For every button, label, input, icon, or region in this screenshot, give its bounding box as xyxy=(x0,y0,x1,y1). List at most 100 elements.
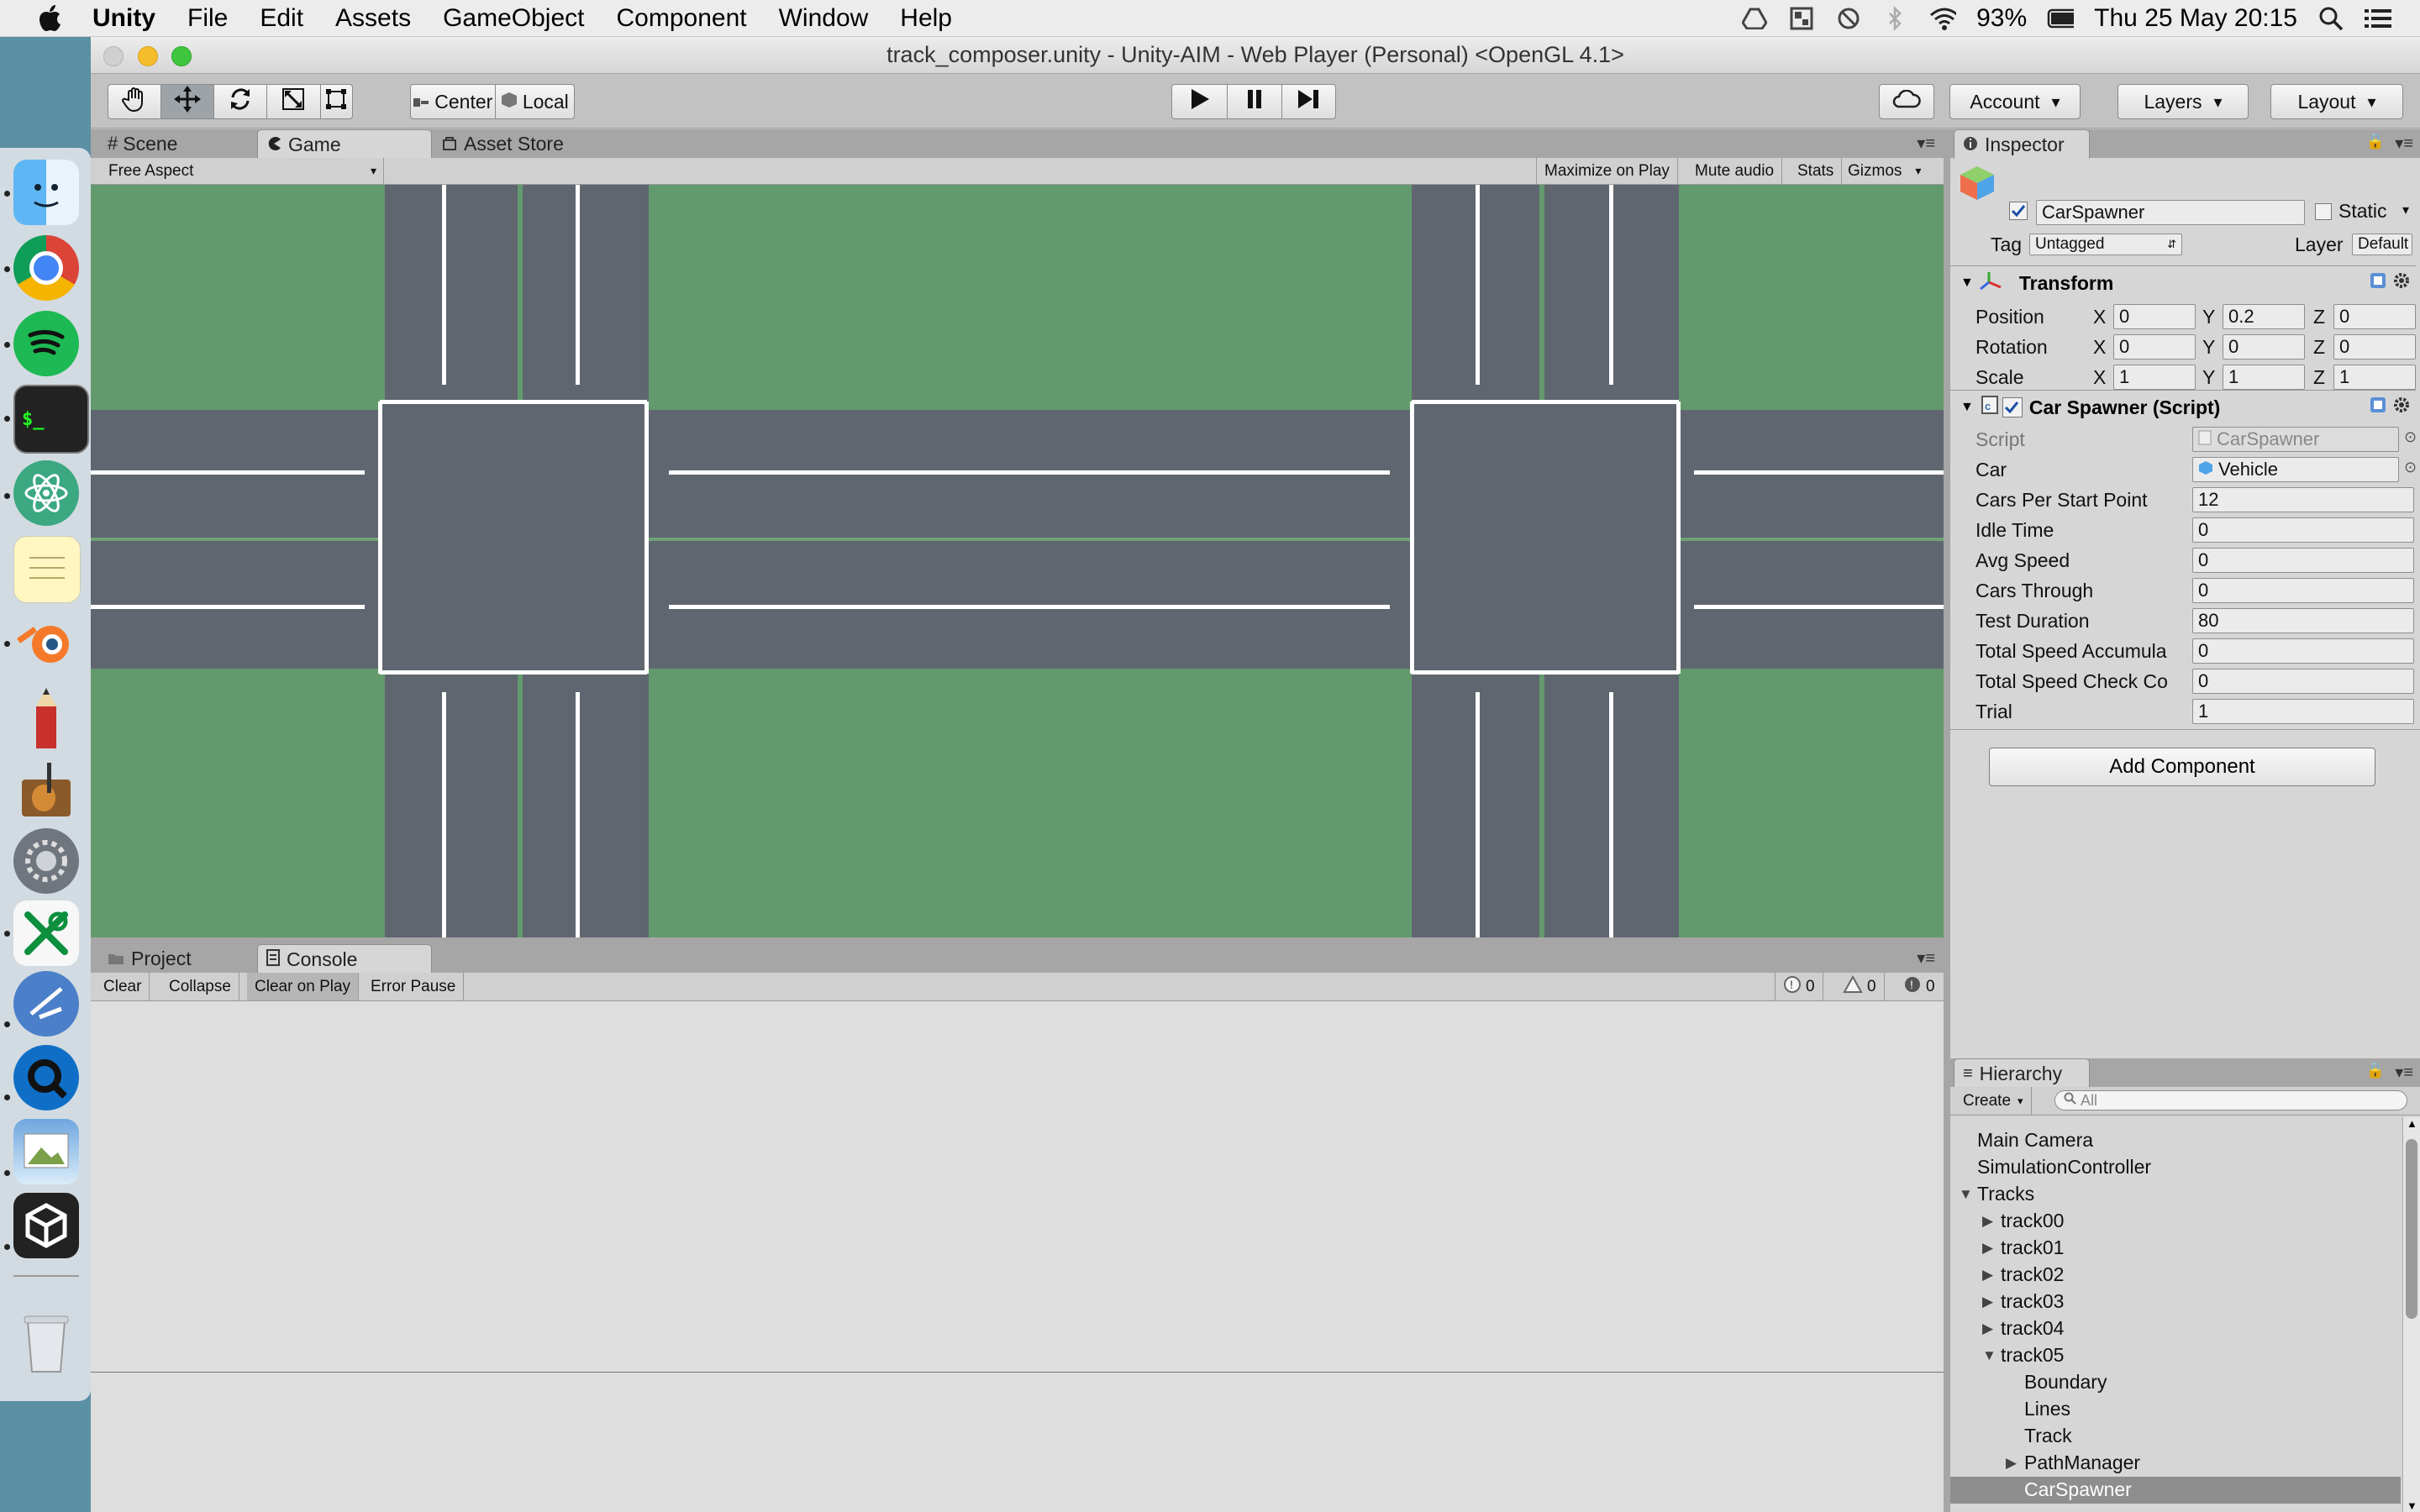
script-value-field[interactable]: 0 xyxy=(2192,638,2414,664)
script-component-header[interactable]: ▼ c Car Spawner (Script) xyxy=(1950,390,2416,424)
menu-edit[interactable]: Edit xyxy=(260,4,303,33)
error-filter-toggle[interactable]: ! 0 xyxy=(1896,973,1943,1000)
bluetooth-icon[interactable] xyxy=(1882,6,1909,31)
foldout-closed-icon[interactable]: ▶ xyxy=(1982,1320,1993,1337)
foldout-closed-icon[interactable]: ▶ xyxy=(1982,1267,1993,1284)
layers-dropdown[interactable]: Layers xyxy=(2118,84,2249,119)
menu-window[interactable]: Window xyxy=(779,4,869,33)
script-value-field[interactable]: 1 xyxy=(2192,699,2414,724)
hierarchy-item[interactable]: SimulationController xyxy=(1950,1154,2401,1181)
script-value-field[interactable]: 0 xyxy=(2192,669,2414,694)
lock-icon[interactable]: 🔒 xyxy=(2366,133,2385,150)
static-dropdown-icon[interactable]: ▾ xyxy=(2402,202,2409,218)
chrome-icon[interactable] xyxy=(13,235,79,301)
script-value-field[interactable]: 0 xyxy=(2192,548,2414,573)
help-book-icon[interactable] xyxy=(2369,271,2387,295)
mute-audio-toggle[interactable]: Mute audio xyxy=(1687,158,1783,184)
hierarchy-item[interactable]: Track xyxy=(1950,1423,2401,1450)
maximize-on-play-toggle[interactable]: Maximize on Play xyxy=(1536,158,1678,184)
menu-app-unity[interactable]: Unity xyxy=(92,4,155,33)
close-button[interactable] xyxy=(103,46,124,66)
script-value-field[interactable]: 0 xyxy=(2192,578,2414,603)
wifi-icon[interactable] xyxy=(1929,6,1957,31)
tab-console[interactable]: Console xyxy=(257,944,432,974)
game-view-canvas[interactable] xyxy=(91,185,1944,937)
preview-icon[interactable] xyxy=(13,1119,79,1184)
transform-x-field[interactable]: 1 xyxy=(2113,365,2196,390)
panel-menu-icon[interactable]: ▾≡ xyxy=(2395,133,2413,154)
add-component-button[interactable]: Add Component xyxy=(1989,748,2375,786)
info-filter-toggle[interactable]: ! 0 xyxy=(1775,973,1823,1000)
script-value-field[interactable]: 80 xyxy=(2192,608,2414,633)
object-name-field[interactable]: CarSpawner xyxy=(2036,200,2305,225)
hierarchy-item[interactable]: CarSpawner xyxy=(1950,1477,2401,1504)
hierarchy-item[interactable]: ▼ Tracks xyxy=(1950,1181,2401,1208)
hierarchy-item[interactable]: ▶ track04 xyxy=(1950,1315,2401,1342)
gear-icon[interactable] xyxy=(2392,396,2411,419)
panel-menu-icon[interactable]: ▾≡ xyxy=(1917,133,1935,154)
hierarchy-search-input[interactable]: All xyxy=(2054,1090,2407,1110)
garageband-icon[interactable] xyxy=(13,758,79,823)
console-detail-area[interactable] xyxy=(91,1373,1944,1512)
hierarchy-item[interactable]: ▶ track02 xyxy=(1950,1262,2401,1289)
aspect-dropdown[interactable]: Free Aspect ▾ xyxy=(91,158,384,184)
battery-icon[interactable] xyxy=(2047,6,2075,31)
remote-desktop-icon[interactable] xyxy=(13,971,79,1037)
hierarchy-create-dropdown[interactable]: Create ▾ xyxy=(1955,1087,2032,1115)
transform-header[interactable]: ▼ Transform xyxy=(1950,265,2416,300)
scale-tool-button[interactable] xyxy=(267,85,321,118)
do-not-disturb-icon[interactable] xyxy=(1835,6,1862,31)
error-pause-toggle[interactable]: Error Pause xyxy=(363,973,465,1000)
xmind-icon[interactable] xyxy=(13,900,79,966)
rect-tool-button[interactable] xyxy=(321,85,352,118)
transform-y-field[interactable]: 0.2 xyxy=(2223,304,2305,329)
menubar-clock[interactable]: Thu 25 May 20:15 xyxy=(2094,4,2297,33)
tab-project[interactable]: Project xyxy=(99,944,267,973)
atom-editor-icon[interactable] xyxy=(13,460,79,526)
step-button[interactable] xyxy=(1282,85,1335,118)
menu-file[interactable]: File xyxy=(187,4,228,33)
hand-tool-button[interactable] xyxy=(108,85,162,118)
unity-icon[interactable] xyxy=(13,1193,79,1258)
console-log-area[interactable] xyxy=(91,1001,1944,1373)
google-drive-icon[interactable] xyxy=(1741,6,1768,31)
transform-z-field[interactable]: 1 xyxy=(2333,365,2416,390)
zoom-button[interactable] xyxy=(171,46,192,66)
tag-dropdown[interactable]: Untagged ⇵ xyxy=(2029,234,2182,255)
play-button[interactable] xyxy=(1172,85,1228,118)
minimize-button[interactable] xyxy=(138,46,158,66)
hierarchy-scrollbar[interactable]: ▲ ▼ xyxy=(2402,1117,2420,1512)
tab-scene[interactable]: # Scene xyxy=(99,129,267,158)
foldout-closed-icon[interactable]: ▶ xyxy=(1982,1294,1993,1310)
lock-icon[interactable]: 🔒 xyxy=(2366,1062,2385,1079)
object-picker-icon[interactable]: ⊙ xyxy=(2404,428,2417,446)
apple-menu-icon[interactable] xyxy=(32,1,67,36)
transform-z-field[interactable]: 0 xyxy=(2333,304,2416,329)
move-tool-button[interactable] xyxy=(161,85,215,118)
layout-dropdown[interactable]: Layout xyxy=(2270,84,2403,119)
stats-toggle[interactable]: Stats xyxy=(1790,158,1843,184)
object-picker-icon[interactable]: ⊙ xyxy=(2404,459,2417,476)
hierarchy-item[interactable]: Main Camera xyxy=(1950,1127,2401,1154)
panel-menu-icon[interactable]: ▾≡ xyxy=(2395,1062,2413,1083)
rotate-tool-button[interactable] xyxy=(214,85,268,118)
pivot-center-button[interactable]: Center xyxy=(411,85,496,118)
menu-gameobject[interactable]: GameObject xyxy=(443,4,584,33)
gear-icon[interactable] xyxy=(2392,271,2411,295)
panel-menu-icon[interactable]: ▾≡ xyxy=(1917,948,1935,969)
terminal-icon[interactable]: $_ xyxy=(13,385,89,454)
console-collapse-toggle[interactable]: Collapse xyxy=(161,973,239,1000)
transform-x-field[interactable]: 0 xyxy=(2113,334,2196,360)
warning-filter-toggle[interactable]: 0 xyxy=(1835,973,1885,1000)
pause-button[interactable] xyxy=(1228,85,1282,118)
static-checkbox[interactable] xyxy=(2315,203,2332,220)
system-preferences-icon[interactable] xyxy=(13,828,79,894)
tab-hierarchy[interactable]: ≡ Hierarchy xyxy=(1954,1058,2090,1088)
script-value-field[interactable]: 12 xyxy=(2192,487,2414,512)
hierarchy-item[interactable]: ▼ track05 xyxy=(1950,1342,2401,1369)
spotlight-search-icon[interactable] xyxy=(2317,6,2344,31)
panel-splitter[interactable] xyxy=(91,937,1944,944)
blender-icon[interactable] xyxy=(13,610,79,675)
hierarchy-item[interactable]: Lines xyxy=(1950,1396,2401,1423)
tab-asset-store[interactable]: Asset Store xyxy=(434,129,644,158)
